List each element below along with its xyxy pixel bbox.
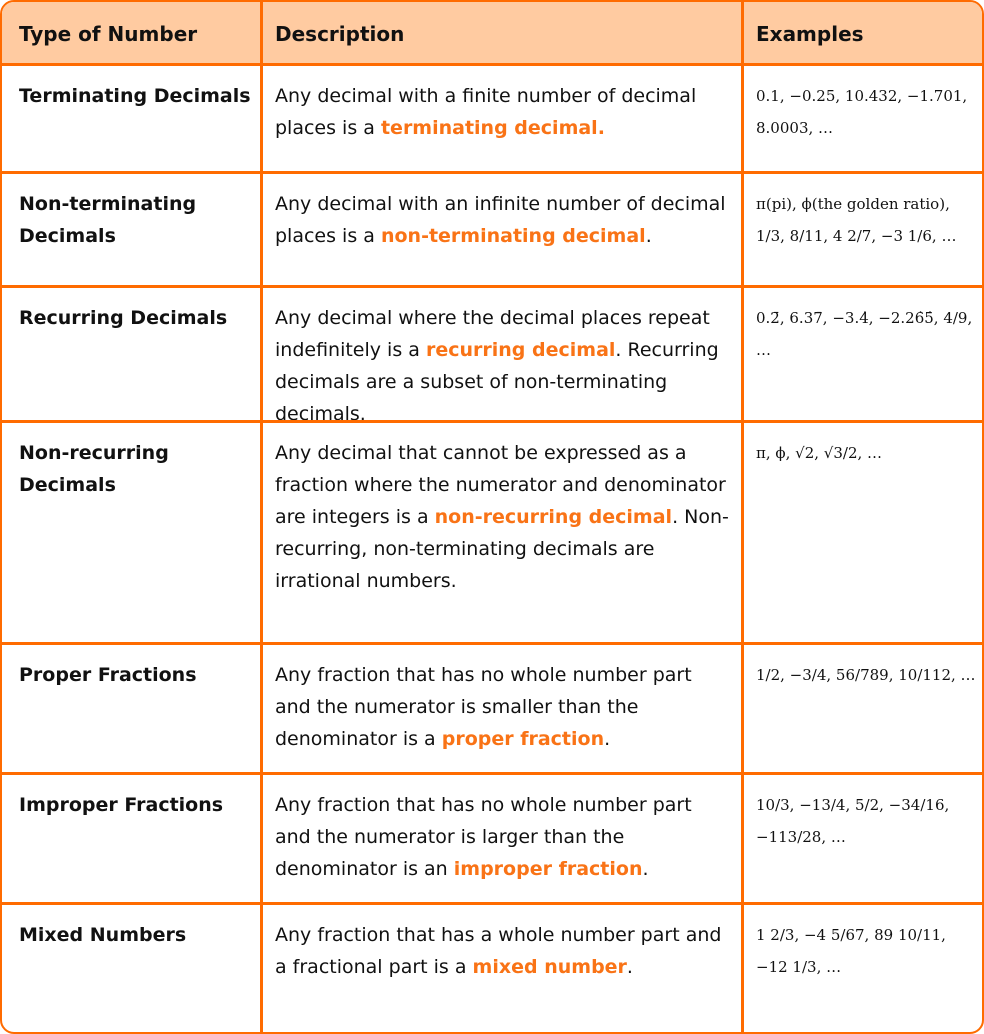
table-row: Non-recurring Decimals Any decimal that … — [2, 420, 982, 642]
desc-highlight: recurring decimal — [425, 339, 616, 361]
desc-highlight: non-terminating decimal — [380, 225, 646, 247]
row-examples: 1 2/3, −4 5/67, 89 10/11, −12 1/3, … — [756, 926, 946, 976]
row-description: Any fraction that has no whole number pa… — [263, 775, 744, 902]
desc-highlight: mixed number — [472, 956, 627, 978]
table-row: Proper Fractions Any fraction that has n… — [2, 642, 982, 772]
number-types-table: Type of Number Description Examples Term… — [0, 0, 984, 1034]
table-row: Terminating Decimals Any decimal with a … — [2, 63, 982, 171]
header-examples: Examples — [756, 22, 864, 46]
desc-highlight: proper fraction — [441, 728, 605, 750]
row-type: Mixed Numbers — [2, 905, 263, 1032]
header-description: Description — [263, 2, 744, 63]
row-type: Improper Fractions — [2, 775, 263, 902]
row-examples: 1/2, −3/4, 56/789, 10/112, … — [756, 666, 976, 684]
desc-text: . — [645, 225, 652, 247]
table-row: Recurring Decimals Any decimal where the… — [2, 285, 982, 425]
desc-text: . — [604, 728, 611, 750]
desc-highlight: improper fraction — [453, 858, 643, 880]
row-description: Any fraction that has a whole number par… — [263, 905, 744, 1032]
row-examples: 0.2̄, 6.37̄, −3.4̇, −2.26̇5̇, 4/9, … — [756, 309, 973, 359]
desc-text: . — [626, 956, 633, 978]
desc-highlight: non-recurring decimal — [434, 506, 673, 528]
table-header: Type of Number Description Examples — [2, 2, 982, 63]
row-type: Proper Fractions — [2, 645, 263, 772]
row-type: Terminating Decimals — [2, 66, 263, 171]
row-description: Any fraction that has no whole number pa… — [263, 645, 744, 772]
table-row: Non-terminating Decimals Any decimal wit… — [2, 171, 982, 285]
table-row: Mixed Numbers Any fraction that has a wh… — [2, 902, 982, 1032]
row-type: Recurring Decimals — [2, 288, 263, 420]
row-type: Non-recurring Decimals — [2, 423, 263, 642]
row-examples: π(pi), ϕ(the golden ratio), 1/3, 8/11, 4… — [756, 195, 957, 245]
row-examples: 10/3, −13/4, 5/2, −34/16, −113/28, … — [756, 796, 950, 846]
header-type: Type of Number — [2, 2, 263, 63]
row-description: Any decimal where the decimal places rep… — [263, 288, 744, 425]
table-row: Improper Fractions Any fraction that has… — [2, 772, 982, 902]
row-type: Non-terminating Decimals — [2, 174, 263, 285]
row-examples: π, ϕ, √2, √3/2, … — [756, 444, 883, 462]
desc-highlight: terminating decimal. — [380, 117, 605, 139]
row-description: Any decimal that cannot be expressed as … — [263, 423, 744, 642]
row-examples: 0.1, −0.25, 10.432, −1.701, 8.0003, … — [756, 87, 968, 137]
row-description: Any decimal with a finite number of deci… — [263, 66, 744, 171]
desc-text: . — [642, 858, 649, 880]
row-description: Any decimal with an infinite number of d… — [263, 174, 744, 285]
